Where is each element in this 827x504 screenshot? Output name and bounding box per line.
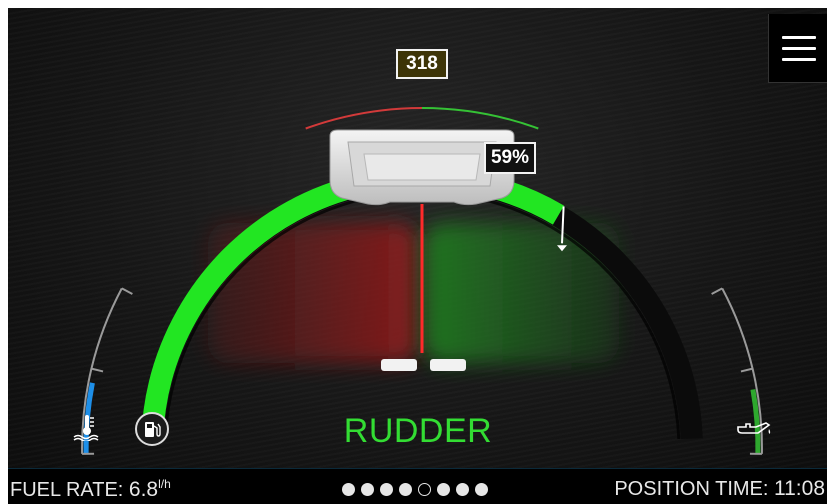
page-dot[interactable] [342, 483, 355, 496]
port-rudder-marker [381, 359, 417, 371]
page-dot[interactable] [399, 483, 412, 496]
gauge-tick [740, 367, 753, 373]
starboard-rudder-marker [430, 359, 466, 371]
rudder-label: RUDDER [343, 412, 493, 450]
fuel-pump-icon [145, 422, 161, 437]
position-time-readout: POSITION TIME: 11:08 [614, 477, 825, 501]
position-time-label: POSITION TIME: [614, 478, 769, 500]
status-bar: FUEL RATE: 6.8l/h POSITION TIME: 11:08 [8, 468, 827, 504]
rudder-display-screen: 318 59% RUDDER FUEL RATE: 6.8l/h POSITIO… [8, 8, 827, 504]
page-dot[interactable] [456, 483, 469, 496]
menu-button[interactable] [768, 14, 827, 83]
page-dot[interactable] [380, 483, 393, 496]
gauge-tick [711, 287, 723, 295]
fuel-rate-label: FUEL RATE: [10, 479, 124, 501]
heading-badge: 318 [396, 49, 448, 79]
oil-can-icon [736, 421, 772, 444]
rudder-percent-badge: 59% [484, 142, 536, 174]
fuel-button[interactable] [135, 412, 169, 446]
starboard-scale-arc [421, 107, 539, 130]
gauge-tick [91, 367, 104, 373]
water-temperature-icon [72, 413, 102, 446]
page-dot[interactable] [475, 483, 488, 496]
menu-icon-bar [781, 46, 816, 50]
menu-icon-bar [781, 57, 816, 61]
fuel-rate-value: 6.8 [128, 478, 159, 501]
page-indicator [342, 483, 488, 496]
position-time-value: 11:08 [774, 477, 825, 500]
page-dot[interactable] [418, 483, 431, 496]
gauge-tick [121, 287, 133, 295]
port-scale-arc [305, 107, 423, 130]
page-dot[interactable] [361, 483, 374, 496]
page-dot[interactable] [437, 483, 450, 496]
menu-icon [781, 35, 816, 39]
fuel-rate-readout: FUEL RATE: 6.8l/h [10, 477, 171, 502]
fuel-rate-unit: l/h [158, 477, 171, 491]
